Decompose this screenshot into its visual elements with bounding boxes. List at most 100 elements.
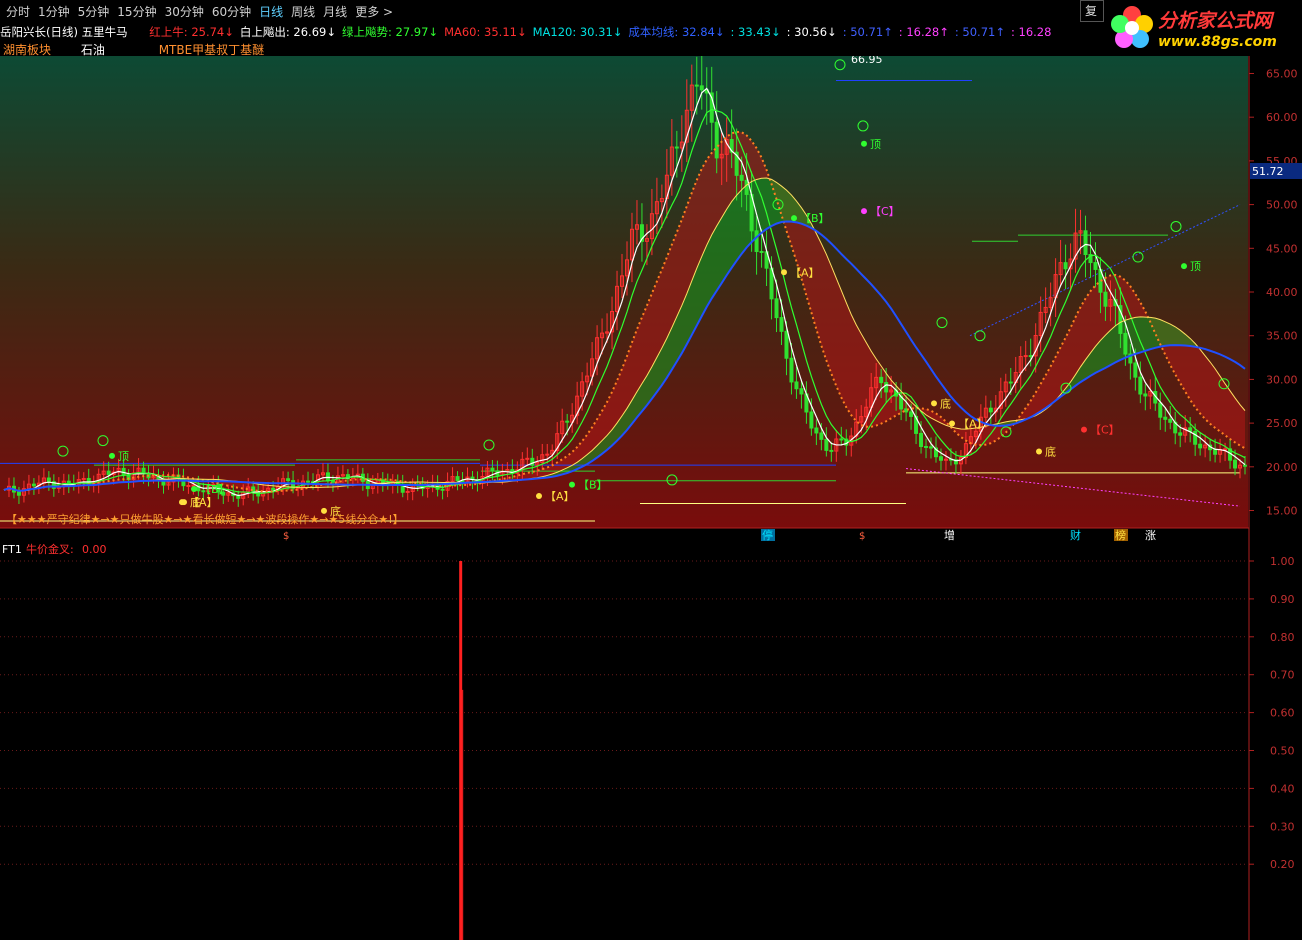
candle-body — [789, 357, 794, 383]
sub-tick-label: 1.00 — [1270, 555, 1295, 568]
signal-star-icon — [861, 208, 867, 215]
period-tab-8[interactable]: 月线 — [323, 3, 347, 20]
signal-label: 【A】 — [545, 490, 575, 503]
price-axis-ticks: 65.0060.0055.0050.0045.0040.0035.0030.00… — [1249, 67, 1298, 518]
candle-body — [824, 438, 829, 451]
price-tick-label: 25.00 — [1266, 417, 1298, 430]
logo-name: 分析家公式网 — [1158, 10, 1273, 32]
candle-body — [31, 483, 36, 487]
event-label[interactable]: 榜 — [1115, 528, 1126, 542]
candle-body — [191, 484, 196, 487]
candle-body — [919, 432, 924, 447]
discipline-slogan: 【★★★严守纪律★→★只做牛股★→★看长做短★→★波段操作★→★5线分仓★!】 — [6, 512, 404, 526]
candle-body — [929, 446, 934, 449]
indicator-0: 红上牛: 25.74↓ — [149, 25, 234, 39]
event-label[interactable]: 财 — [1070, 528, 1081, 542]
mtbe-tag[interactable]: MTBE甲基叔丁基醚 — [159, 43, 265, 57]
indicator-9: : 16.28↑ — [898, 25, 949, 39]
candle-body — [186, 485, 191, 488]
candle-body — [106, 470, 111, 475]
candle-body — [440, 488, 445, 491]
flower-logo-icon — [1111, 6, 1153, 48]
sub-tick-label: 0.90 — [1270, 593, 1295, 606]
candle-body — [839, 438, 844, 441]
signal-label: 【B】 — [578, 479, 608, 492]
period-tab-5[interactable]: 60分钟 — [212, 3, 251, 20]
candle-body — [924, 445, 929, 448]
candle-body — [16, 491, 21, 496]
period-tab-1[interactable]: 1分钟 — [38, 3, 70, 20]
sub-panel-name: FT1 — [2, 543, 22, 556]
price-tick-label: 45.00 — [1266, 242, 1298, 255]
sub-tick-label: 0.80 — [1270, 631, 1295, 644]
candle-body — [306, 480, 311, 483]
candle-body — [909, 411, 914, 417]
candle-body — [545, 453, 550, 456]
sector-tag[interactable]: 湖南板块 — [3, 43, 51, 57]
signal-label: 顶 — [870, 138, 881, 151]
period-tab-4[interactable]: 30分钟 — [165, 3, 204, 20]
candle-body — [739, 174, 744, 181]
signal-label: 【A】 — [188, 496, 218, 509]
ft1-indicator-panel[interactable]: 1.00 0.90 0.80 0.70 0.60 0.50 0.40 0.30 0.20 FT1… — [0, 541, 1302, 940]
period-tab-3[interactable]: 15分钟 — [117, 3, 156, 20]
candle-body — [744, 179, 749, 195]
event-label[interactable]: 增 — [944, 528, 955, 542]
candle-body — [565, 420, 570, 423]
price-tick-label: 65.00 — [1266, 67, 1298, 80]
price-tick-label: 15.00 — [1266, 505, 1298, 518]
signal-star-icon — [109, 452, 115, 459]
signal-star-icon — [1036, 448, 1042, 455]
candle-body — [1023, 355, 1028, 358]
signal-label: 【A】 — [958, 417, 988, 430]
candle-body — [1063, 262, 1068, 270]
signal-label: 底 — [940, 396, 951, 410]
signal-label: 顶 — [1190, 260, 1201, 273]
indicator-11: : 16.28 — [1010, 25, 1052, 39]
golden-cross-signal — [459, 561, 464, 940]
period-tab-7[interactable]: 周线 — [291, 3, 315, 20]
candle-body — [1243, 464, 1247, 467]
signal-star-icon — [191, 486, 197, 493]
candle-body — [1163, 416, 1168, 420]
period-tab-2[interactable]: 5分钟 — [78, 3, 110, 20]
indicator-6: : 33.43↓ — [730, 25, 781, 39]
signal-label: 【B】 — [800, 212, 830, 225]
candle-body — [46, 477, 51, 483]
candle-body — [754, 230, 759, 252]
candle-body — [1223, 448, 1228, 451]
indicator-1: 白上飚出: 26.69↓ — [239, 25, 336, 39]
candle-body — [938, 456, 943, 461]
candle-body — [784, 330, 789, 359]
signal-star-icon — [781, 269, 787, 276]
candle-body — [490, 467, 495, 472]
candle-body — [1028, 355, 1033, 358]
main-price-chart[interactable]: 65.0060.0055.0050.0045.0040.0035.0030.00… — [0, 56, 1302, 542]
sub-tick-label: 0.50 — [1270, 745, 1295, 758]
candle-body — [1198, 443, 1203, 449]
indicator-8: : 50.71↑ — [842, 25, 893, 39]
signal-label: 【C】 — [1090, 424, 1120, 437]
signal-star-icon — [569, 481, 575, 488]
period-tab-9[interactable]: 更多 > — [355, 3, 393, 20]
candle-body — [1083, 230, 1088, 256]
stock-title: 岳阳兴长(日线) 五里牛马 — [0, 25, 128, 39]
indicator-2: 绿上飚势: 27.97↓ — [341, 25, 439, 39]
period-tab-6[interactable]: 日线 — [259, 3, 283, 20]
candle-body — [1123, 332, 1128, 355]
period-tab-0[interactable]: 分时 — [6, 3, 30, 20]
signal-star-icon — [949, 420, 955, 427]
candle-body — [799, 388, 804, 395]
sub-indicator-value: 0.00 — [82, 543, 107, 556]
candle-body — [1178, 432, 1183, 436]
signal-star-icon — [179, 499, 185, 506]
restore-button[interactable]: 复 — [1080, 0, 1104, 22]
event-markers: 停增财榜涨$ $ — [283, 528, 1156, 542]
event-label[interactable]: 停 — [762, 528, 773, 542]
candle-body — [674, 146, 679, 149]
candle-body — [714, 121, 719, 159]
sub-tick-label: 0.60 — [1270, 707, 1295, 720]
candle-body — [121, 467, 126, 476]
concept-tag[interactable]: 石油 — [81, 43, 105, 57]
indicator-5: 成本均线: 32.84↓ — [628, 25, 725, 39]
